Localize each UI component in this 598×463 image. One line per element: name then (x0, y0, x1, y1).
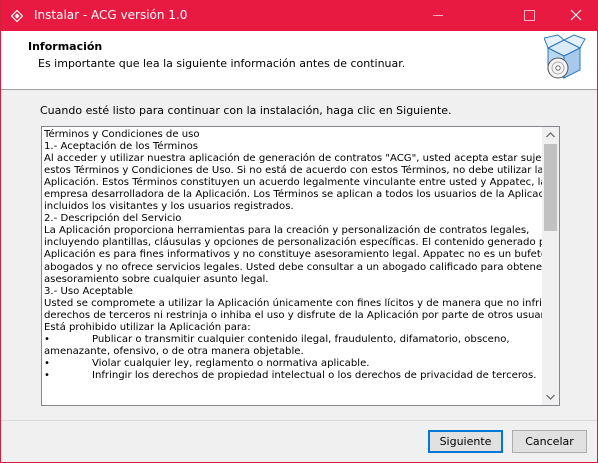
header-divider (1, 89, 597, 90)
memo-line: incluidos los visitantes y los usuarios … (44, 201, 294, 213)
instruction-text: Cuando esté listo para continuar con la … (40, 104, 452, 117)
bullet-text: Violar cualquier ley, reglamento o norma… (92, 357, 370, 369)
bullet-mark: • (44, 369, 50, 381)
license-text: Términos y Condiciones de uso 1.- Acepta… (44, 129, 560, 382)
memo-line: Está prohibido utilizar la Aplicación pa… (44, 321, 251, 333)
memo-line: incluyendo plantillas, cláusulas y opcio… (44, 237, 560, 249)
bullet-mark: • (44, 333, 50, 345)
memo-line: empresa desarrolladora de la Aplicación.… (44, 189, 560, 201)
memo-line: estos Términos y Condiciones de Uso. Si … (44, 165, 544, 177)
bullet-mark: • (44, 357, 50, 369)
memo-bullet-line: • Infringir los derechos de propiedad int… (44, 370, 542, 382)
memo-bullet-line: amenazante, ofensivo, o de otra manera o… (44, 346, 542, 358)
scroll-down-arrow-icon[interactable] (542, 388, 559, 405)
memo-line: Aplicación es para fines informativos y … (44, 249, 560, 261)
scroll-up-arrow-icon[interactable] (542, 127, 559, 144)
memo-line: asesoramiento sobre cualquier asunto leg… (44, 273, 269, 285)
memo-line: La Aplicación proporciona herramientas p… (44, 225, 530, 237)
memo-bullet-line: • Violar cualquier ley, reglamento o norm… (44, 358, 542, 370)
vertical-scrollbar[interactable] (542, 127, 559, 405)
minimize-button[interactable] (415, 0, 461, 31)
memo-line: 2.- Descripción del Servicio (44, 213, 182, 225)
memo-line: Términos y Condiciones de uso (44, 129, 200, 140)
maximize-button[interactable] (508, 0, 554, 31)
scrollbar-thumb[interactable] (544, 144, 557, 231)
memo-line: 1.- Aceptación de los Términos (44, 141, 199, 153)
window-title: Instalar - ACG versión 1.0 (34, 8, 188, 22)
memo-line: abogados y no ofrece servicios legales. … (44, 261, 547, 273)
memo-line: Usted se compromete a utilizar la Aplica… (44, 297, 560, 309)
footer-divider (1, 420, 597, 421)
memo-line: derechos de terceros ni restrinja o inhi… (44, 309, 560, 321)
license-text-box[interactable]: Términos y Condiciones de uso 1.- Acepta… (41, 126, 560, 406)
next-button[interactable]: Siguiente (428, 430, 503, 453)
bullet-text: Infringir los derechos de propiedad inte… (92, 369, 537, 381)
page-title: Información (28, 40, 103, 53)
memo-line: Aplicación. Estos Términos constituyen u… (44, 177, 547, 189)
installer-window: Instalar - ACG versión 1.0 Información E… (0, 0, 598, 463)
app-logo-icon (11, 10, 23, 22)
memo-bullet-line: • Publicar o transmitir cualquier conteni… (44, 334, 542, 346)
page-subtitle: Es importante que lea la siguiente infor… (38, 57, 406, 70)
close-icon (570, 9, 582, 21)
minimize-icon (433, 15, 443, 16)
bullet-text: amenazante, ofensivo, o de otra manera o… (44, 345, 304, 357)
memo-line: Al acceder y utilizar nuestra aplicación… (44, 153, 560, 165)
maximize-icon (524, 10, 535, 21)
bullet-text: Publicar o transmitir cualquier contenid… (92, 333, 510, 345)
setup-box-disc-icon (544, 34, 586, 79)
close-button[interactable] (553, 0, 598, 31)
cancel-button[interactable]: Cancelar (512, 430, 587, 453)
memo-line: 3.- Uso Aceptable (44, 285, 133, 297)
title-bar[interactable]: Instalar - ACG versión 1.0 (1, 0, 598, 31)
